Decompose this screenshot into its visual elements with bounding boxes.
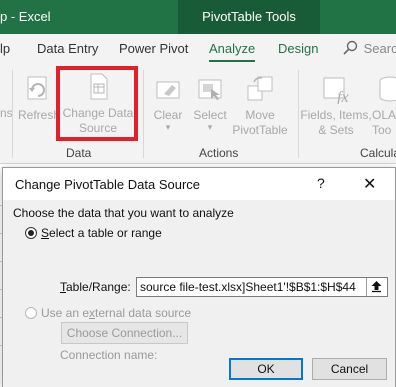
- ribbon-partial-label: ns: [0, 106, 13, 120]
- window-title: p - Excel: [0, 9, 51, 24]
- cancel-button[interactable]: Cancel: [312, 358, 387, 380]
- choose-connection-button[interactable]: Choose Connection...: [61, 322, 188, 344]
- search-icon: [343, 40, 358, 55]
- svg-text:fx: fx: [337, 89, 349, 104]
- connection-name-label: Connection name:: [60, 348, 158, 362]
- range-collapse-button[interactable]: [366, 278, 387, 296]
- ribbon-tabs: lp Data Entry Power Pivot Analyze Design…: [0, 34, 396, 62]
- select-table-label[interactable]: Select a table or range: [41, 226, 162, 240]
- refresh-icon: [27, 76, 47, 100]
- olap-tools-button[interactable]: OLA Too: [372, 74, 396, 138]
- tab-data-entry[interactable]: Data Entry: [37, 41, 98, 56]
- formula-fx-icon: fx: [323, 77, 349, 104]
- tab-analyze[interactable]: Analyze: [209, 41, 256, 62]
- table-range-label: Table/Range:: [60, 280, 131, 294]
- ribbon-separator: [12, 70, 13, 158]
- olap-cylinder-icon: [379, 76, 396, 102]
- help-button[interactable]: ?: [317, 175, 325, 191]
- move-pivottable-icon: [247, 76, 273, 101]
- table-range-input[interactable]: source file-test.xlsx]Sheet1'!$B$1:$H$44: [136, 277, 388, 297]
- search-box[interactable]: Search: [342, 40, 396, 56]
- clear-icon: [156, 81, 180, 99]
- clear-button[interactable]: Clear ▾: [148, 74, 188, 132]
- actions-group-label: Actions: [199, 146, 239, 160]
- dialog-body: Choose the data that you want to analyze…: [3, 200, 395, 387]
- external-source-radio[interactable]: [25, 307, 37, 319]
- move-pivottable-button[interactable]: Move PivotTable: [230, 74, 290, 138]
- chevron-down-icon: ▾: [165, 122, 171, 132]
- data-group-label: Data: [66, 146, 92, 160]
- change-pivottable-data-source-dialog: Change PivotTable Data Source ? ✕ Choose…: [2, 167, 396, 387]
- dialog-title: Change PivotTable Data Source: [15, 177, 201, 192]
- select-table-radio[interactable]: [25, 227, 37, 239]
- close-icon[interactable]: ✕: [363, 174, 376, 194]
- tab-help[interactable]: lp: [0, 41, 10, 56]
- fields-items-sets-button[interactable]: fx Fields, Items, & Sets: [300, 74, 372, 138]
- ribbon-separator: [143, 70, 144, 158]
- highlight-annotation-box: [56, 66, 138, 141]
- calculations-group-label: Calculat: [360, 146, 396, 160]
- select-button[interactable]: Select ▾: [190, 74, 230, 132]
- tab-design[interactable]: Design: [278, 41, 318, 56]
- search-placeholder: Search: [363, 41, 396, 56]
- ok-button[interactable]: OK: [229, 358, 303, 380]
- refresh-button[interactable]: Refresh: [18, 74, 60, 123]
- contextual-tab-label: PivotTable Tools: [178, 0, 320, 34]
- select-icon: [198, 79, 222, 100]
- tab-power-pivot[interactable]: Power Pivot: [119, 41, 188, 56]
- external-source-label[interactable]: Use an external data source: [41, 306, 191, 320]
- instruction-text: Choose the data that you want to analyze: [13, 206, 234, 220]
- title-bar: p - Excel PivotTable Tools: [0, 0, 396, 34]
- arrow-up-collapse-icon: [371, 281, 382, 293]
- ribbon-separator: [298, 70, 299, 158]
- chevron-down-icon: ▾: [207, 122, 213, 132]
